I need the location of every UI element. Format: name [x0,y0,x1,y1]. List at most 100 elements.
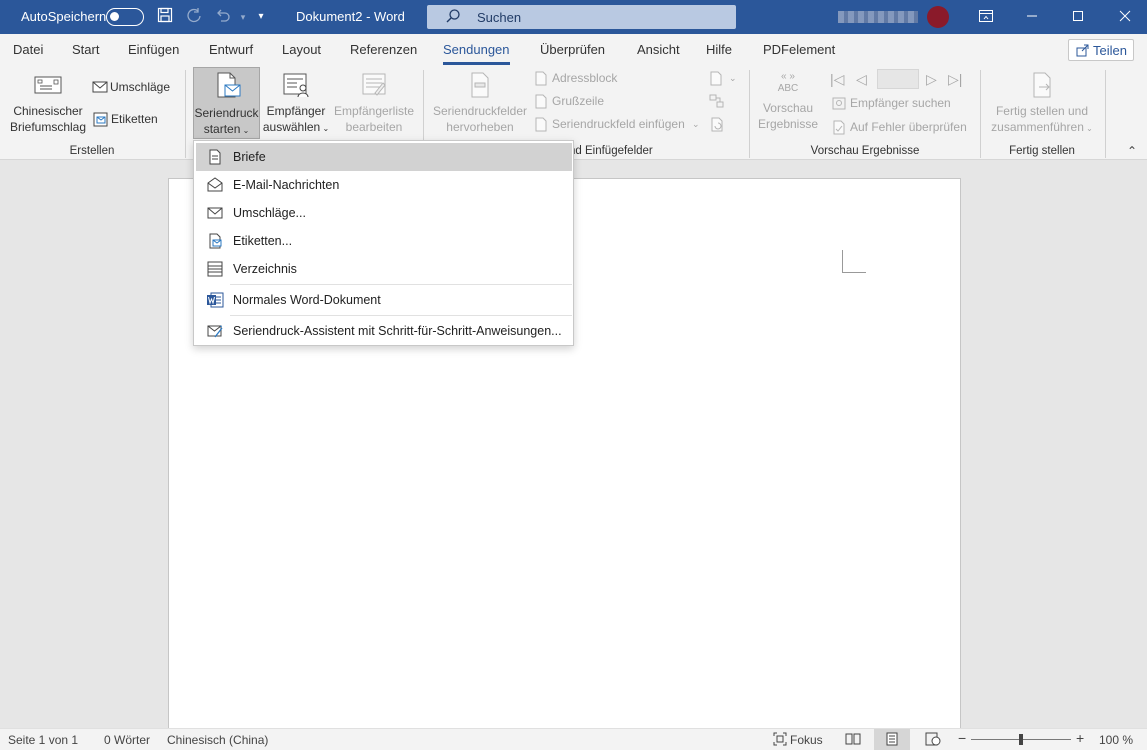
mail-merge-dropdown: Briefe E-Mail-Nachrichten Umschläge... E… [193,140,574,346]
word-count[interactable]: 0 Wörter [104,733,150,747]
menu-item-labels[interactable]: Etiketten... [196,227,572,255]
menu-item-email[interactable]: E-Mail-Nachrichten [196,171,572,199]
zoom-out-icon[interactable]: − [958,730,966,746]
rules-button[interactable]: ⌄ [709,68,741,88]
tab-ueberpruefen[interactable]: Überprüfen [540,42,605,57]
menu-item-wizard[interactable]: Seriendruck-Assistent mit Schritt-für-Sc… [196,317,572,345]
document-title: Dokument2 - Word [296,9,405,24]
first-record-icon[interactable]: |◁ [830,69,844,89]
status-bar: Seite 1 von 1 0 Wörter Chinesisch (China… [0,728,1147,750]
update-labels-button[interactable] [709,114,729,134]
recipients-icon [283,73,309,98]
greeting-line-icon [535,94,547,109]
minimize-icon[interactable] [1021,7,1043,27]
tab-layout[interactable]: Layout [282,42,321,57]
group-preview: Vorschau Ergebnisse [810,145,920,157]
greeting-line-button[interactable]: Grußzeile [534,91,624,111]
next-record-icon[interactable]: ▷ [926,69,937,89]
highlight-fields-icon [471,72,489,98]
focus-label[interactable]: Fokus [790,733,823,747]
highlight-line2: hervorheben [446,120,514,134]
close-icon[interactable] [1114,7,1136,27]
finish-line2: zusammenführen [991,120,1084,134]
tab-referenzen[interactable]: Referenzen [350,42,417,57]
menu-item-letters[interactable]: Briefe [196,143,572,171]
redo-icon[interactable] [184,7,204,27]
tab-einfuegen[interactable]: Einfügen [128,42,179,57]
preview-line1: Vorschau [762,101,814,115]
mail-merge-line2: starten [203,122,241,136]
collapse-ribbon-icon[interactable]: ⌃ [1127,144,1137,158]
edit-recipient-list-button[interactable]: Empfängerliste bearbeiten [331,71,417,139]
avatar[interactable] [927,6,949,28]
menu-item-directory[interactable]: Verzeichnis [196,255,572,283]
chinese-envelope-icon [34,76,62,94]
letter-icon [209,149,221,165]
preview-results-button[interactable]: « » ABC Vorschau Ergebnisse [755,71,821,139]
autosave-toggle[interactable] [106,8,144,26]
check-errors-icon [833,120,845,135]
qat-dropdown-icon[interactable]: ▾ [251,7,271,27]
insert-merge-field-button[interactable]: Seriendruckfeld einfügen ⌄ [534,114,704,134]
highlight-fields-button[interactable]: Seriendruckfelder hervorheben [430,71,530,139]
finish-merge-button[interactable]: Fertig stellen und zusammenführen ⌄ [986,71,1098,139]
tab-ansicht[interactable]: Ansicht [637,42,680,57]
match-fields-button[interactable] [709,91,729,111]
edit-list-icon [362,73,386,96]
share-button[interactable]: Teilen [1068,39,1134,61]
tab-hilfe[interactable]: Hilfe [706,42,732,57]
web-layout-icon[interactable] [925,732,941,749]
select-recipients-button[interactable]: Empfänger auswählen ⌄ [261,71,331,139]
tab-entwurf[interactable]: Entwurf [209,42,253,57]
menu-item-label: E-Mail-Nachrichten [233,178,340,192]
menu-item-label: Seriendruck-Assistent mit Schritt-für-Sc… [233,324,562,338]
chinese-envelope-line2: Briefumschlag [9,120,87,134]
labels-button[interactable]: Etiketten [93,109,173,129]
save-icon[interactable] [155,7,175,27]
chevron-down-icon: ⌄ [240,126,250,135]
zoom-thumb[interactable] [1019,734,1023,745]
zoom-level[interactable]: 100 % [1099,733,1133,747]
labels-icon [209,233,222,249]
search-box[interactable]: Suchen [427,5,736,29]
directory-icon [207,261,223,277]
focus-icon[interactable] [773,732,787,749]
check-errors-label: Auf Fehler überprüfen [850,120,967,134]
page-count[interactable]: Seite 1 von 1 [8,733,78,747]
undo-icon[interactable] [213,7,233,27]
check-errors-button[interactable]: Auf Fehler überprüfen [832,117,972,137]
previous-record-icon[interactable]: ◁ [856,69,867,89]
last-record-icon[interactable]: ▷| [948,69,962,89]
print-layout-icon[interactable] [885,732,899,749]
edit-list-line2: bearbeiten [345,120,403,134]
user-name[interactable] [838,11,918,23]
undo-dropdown-icon[interactable]: ▾ [233,7,253,27]
find-recipient-button[interactable]: Empfänger suchen [832,93,952,113]
menu-item-normal-document[interactable]: Normales Word-Dokument [196,286,572,314]
zoom-in-icon[interactable]: + [1076,730,1084,746]
tab-start[interactable]: Start [72,42,99,57]
address-block-button[interactable]: Adressblock [534,68,634,88]
find-recipient-label: Empfänger suchen [850,96,951,110]
menu-item-envelopes[interactable]: Umschläge... [196,199,572,227]
chevron-down-icon: ⌄ [692,119,700,129]
tab-sendungen[interactable]: Sendungen [443,42,510,65]
maximize-icon[interactable] [1067,7,1089,27]
start-mail-merge-button[interactable]: Seriendruck starten ⌄ [193,67,260,139]
ribbon-separator [980,70,981,158]
tab-datei[interactable]: Datei [13,42,43,57]
envelopes-button[interactable]: Umschläge [92,77,180,97]
ribbon-display-icon[interactable] [975,7,997,27]
chevron-down-icon: ⌄ [320,124,330,133]
ribbon-separator [1105,70,1106,158]
language-indicator[interactable]: Chinesisch (China) [167,733,268,747]
search-label: Suchen [477,10,522,25]
record-number-input[interactable] [877,69,919,89]
read-mode-icon[interactable] [845,732,861,749]
chevron-down-icon: ⌄ [729,73,737,83]
chinese-envelope-button[interactable]: Chinesischer Briefumschlag [8,71,88,139]
tab-pdfelement[interactable]: PDFelement [763,42,835,57]
insert-field-label: Seriendruckfeld einfügen [552,117,685,131]
group-fields: nd Einfügefelder [569,145,653,157]
envelope-icon [207,207,223,219]
